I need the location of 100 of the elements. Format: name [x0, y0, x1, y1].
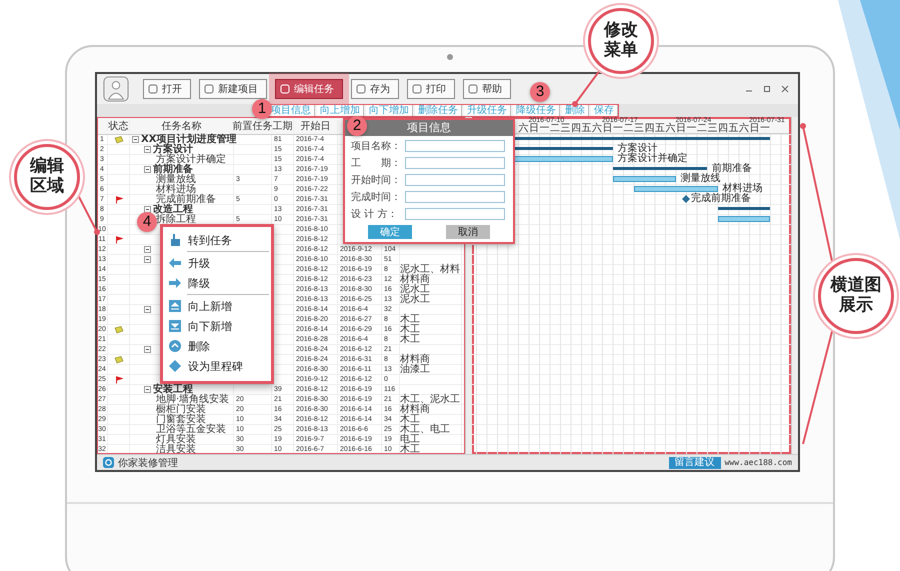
table-cell: 泥水工	[400, 284, 430, 294]
camera-dot	[447, 54, 453, 60]
weekday-label: 二	[550, 124, 560, 134]
table-cell: 木工	[400, 334, 420, 344]
close-icon[interactable]	[780, 84, 790, 94]
weekday-label: 一	[760, 124, 770, 134]
weekday-label: 一	[686, 124, 696, 134]
toolbar-button[interactable]: 新建项目	[199, 79, 267, 99]
toolbar-button[interactable]: 打开	[143, 79, 191, 99]
bar-label: 方案设计并确定	[618, 154, 688, 164]
weekday-label: 三	[634, 124, 644, 134]
weekday-label: 六	[665, 124, 676, 134]
task-name: 橱柜门安装	[156, 404, 206, 414]
table-cell: 材料商	[400, 274, 430, 284]
task-name: 完成前期准备	[156, 194, 216, 204]
table-cell: 木工	[400, 414, 420, 424]
table-cell: 木工、泥水工	[400, 394, 460, 404]
table-cell: 木工、电工	[400, 424, 450, 434]
weekday-label: 五	[728, 124, 738, 134]
table-cell: 木工	[400, 444, 420, 454]
input-field[interactable]	[405, 174, 505, 186]
cancel-button[interactable]: 取消	[446, 225, 490, 239]
menu-item[interactable]: 降级	[165, 273, 269, 293]
weekday-label: 三	[707, 124, 718, 134]
collapse-icon[interactable]	[144, 166, 151, 173]
square-icon	[356, 84, 366, 94]
diamond-icon	[168, 359, 182, 373]
task-name: 改造工程	[153, 204, 193, 214]
scrollbar[interactable]	[791, 117, 798, 454]
toolbar-button[interactable]: 打印	[407, 79, 455, 99]
task-name: 方案设计并确定	[156, 154, 226, 164]
weekday-label: 日	[528, 124, 539, 134]
input-field[interactable]	[405, 191, 505, 203]
bar-label: 材料进场	[722, 184, 762, 194]
toolbar-button[interactable]: 编辑任务	[275, 79, 343, 99]
column-header: 工期	[272, 120, 294, 132]
app-logo-icon	[103, 457, 114, 468]
task-name: 灯具安装	[156, 434, 196, 444]
weekday-label: 四	[570, 124, 581, 134]
table-cell: 材料商	[400, 354, 430, 364]
task-name: 安装工程	[153, 384, 193, 394]
collapse-icon[interactable]	[144, 256, 151, 263]
field-label: 工 期：	[351, 156, 402, 170]
collapse-icon[interactable]	[144, 346, 151, 353]
square-icon	[204, 84, 214, 94]
collapse-icon[interactable]	[144, 386, 151, 393]
weekday-label: 六	[518, 124, 528, 134]
menu-item[interactable]: 设为里程碑	[165, 356, 269, 376]
task-name: 材料进场	[156, 184, 196, 194]
toolbar-button[interactable]: 存为	[351, 79, 399, 99]
table-cell: 油漆工	[400, 364, 430, 374]
website-link[interactable]: www.aec188.com	[724, 458, 792, 467]
upload-icon	[168, 299, 182, 313]
weekday-label: 三	[560, 124, 570, 134]
input-field[interactable]	[405, 208, 505, 220]
leader-line	[77, 194, 100, 235]
collapse-icon[interactable]	[132, 136, 139, 143]
task-name: 门窗套安装	[156, 414, 206, 424]
table-cell: 材料商	[400, 404, 430, 414]
collapse-icon[interactable]	[144, 306, 151, 313]
field-label: 完成时间：	[351, 190, 402, 204]
task-name: 卫浴等五金安装	[156, 424, 226, 434]
download-icon	[168, 319, 182, 333]
bar-label: 测量放线	[680, 174, 720, 184]
field-label: 项目名称：	[351, 140, 402, 153]
square-icon	[412, 84, 422, 94]
weekday-label: 一	[539, 124, 550, 134]
input-field[interactable]	[405, 140, 505, 152]
task-name: 方案设计	[153, 144, 193, 154]
menu-item[interactable]: 向上新增	[165, 296, 269, 316]
weekday-label: 六	[738, 124, 749, 134]
menu-item[interactable]: 升级	[165, 253, 269, 273]
table-cell: 木工	[400, 324, 420, 334]
weekday-label: 五	[581, 124, 592, 134]
bar-label: 前期准备	[712, 164, 752, 174]
column-header: 任务名称	[130, 120, 234, 132]
weekday-label: 二	[623, 124, 634, 134]
menu-item[interactable]: 转到任务	[165, 230, 269, 250]
menu-item[interactable]: 删除	[165, 336, 269, 356]
input-field[interactable]	[405, 157, 505, 169]
weekday-label: 日	[602, 124, 612, 134]
feedback-button[interactable]: 留言建议	[668, 456, 721, 468]
collapse-icon[interactable]	[144, 146, 151, 153]
toolbar-button[interactable]: 帮助	[463, 79, 511, 99]
collapse-icon[interactable]	[144, 206, 151, 213]
weekday-label: 四	[644, 124, 654, 134]
task-name: 拆除工程	[156, 214, 196, 224]
maximize-icon[interactable]	[762, 84, 772, 94]
column-header: 开始日	[294, 120, 338, 132]
right-arrow-icon	[168, 276, 182, 290]
column-header: 状态	[108, 120, 130, 132]
collapse-icon[interactable]	[144, 246, 151, 253]
task-name: 洁具安装	[156, 444, 196, 454]
task-name: 地脚·墙角线安装	[156, 394, 230, 404]
table-cell: 泥水工	[400, 294, 430, 304]
square-icon	[280, 84, 290, 94]
milestone-diamond-icon[interactable]	[682, 195, 690, 203]
field-label: 设 计 方：	[351, 208, 398, 221]
menu-item[interactable]: 向下新增	[165, 316, 269, 336]
left-arrow-icon	[168, 256, 182, 270]
